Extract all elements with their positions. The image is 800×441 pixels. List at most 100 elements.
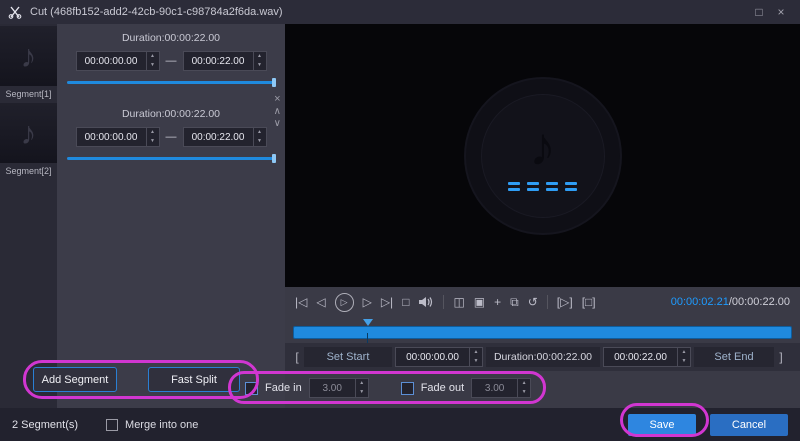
crop-button[interactable]: ▣ xyxy=(474,296,485,308)
spinner-up-icon[interactable]: ▲ xyxy=(254,128,266,137)
bracket-left: [ xyxy=(295,350,299,364)
close-button[interactable]: × xyxy=(770,5,792,19)
step-forward-button[interactable]: ▷ xyxy=(363,296,372,308)
skip-start-button[interactable]: |◁ xyxy=(295,296,307,308)
segment-thumb-label: Segment[2] xyxy=(5,166,52,176)
timeline[interactable] xyxy=(285,317,800,346)
skip-end-button[interactable]: ▷| xyxy=(381,296,393,308)
delete-segment-icon[interactable]: × xyxy=(274,94,280,105)
segment1-range-slider[interactable] xyxy=(67,78,276,87)
reset-button[interactable]: ↺ xyxy=(528,296,538,308)
fade-out-label: Fade out xyxy=(420,382,465,394)
spinner-up-icon[interactable]: ▲ xyxy=(356,379,368,388)
equalizer-bars xyxy=(508,182,577,191)
range-dash: — xyxy=(165,55,177,67)
transport-bar: |◁ ◁ ▷ ▷ ▷| □ ◫ ▣ + ⧉ ↺ [▷] [□] 00:00:02… xyxy=(285,287,800,317)
spinner-up-icon[interactable]: ▲ xyxy=(254,52,266,61)
music-note-icon: ♪ xyxy=(20,114,37,151)
preview-area: ♪ xyxy=(285,24,800,287)
segment-duration-label: Duration:00:00:22.00 xyxy=(121,32,221,44)
current-time: 00:00:02.21 xyxy=(670,296,729,308)
spinner[interactable]: ▲ ▼ xyxy=(517,379,530,397)
stop-clip-button[interactable]: [□] xyxy=(582,296,596,308)
play-button[interactable]: ▷ xyxy=(334,292,354,312)
set-end-button[interactable]: Set End xyxy=(694,347,774,367)
range-dash: — xyxy=(165,131,177,143)
segment-thumb-2[interactable]: ♪ Segment[2] xyxy=(0,103,57,178)
segment-editor-panel: Duration:00:00:22.00 00:00:00.00 ▲ ▼ — 0… xyxy=(57,24,285,408)
segment-thumbnail-list: ♪ Segment[1] ♪ Segment[2] xyxy=(0,24,57,408)
segment1-end-input[interactable]: 00:00:22.00 ▲ ▼ xyxy=(182,51,267,71)
play-clip-button[interactable]: [▷] xyxy=(557,296,573,308)
spinner-down-icon[interactable]: ▼ xyxy=(254,61,266,70)
spinner-up-icon[interactable]: ▲ xyxy=(518,379,530,388)
segment-editor-1: Duration:00:00:22.00 00:00:00.00 ▲ ▼ — 0… xyxy=(57,24,285,87)
maximize-button[interactable]: □ xyxy=(748,5,770,19)
segment2-controls: × ∧ ∨ xyxy=(274,94,281,130)
fade-out-checkbox[interactable] xyxy=(400,381,414,395)
move-up-icon[interactable]: ∧ xyxy=(274,106,281,117)
segment2-range-slider[interactable] xyxy=(67,154,276,163)
segment-editor-2: Duration:00:00:22.00 00:00:00.00 ▲ ▼ — 0… xyxy=(57,100,285,163)
save-button[interactable]: Save xyxy=(628,413,696,436)
cut-dialog: Cut (468fb152-add2-42cb-90c1-c98784a2f6d… xyxy=(0,0,800,441)
spinner[interactable]: ▲ ▼ xyxy=(677,348,690,366)
move-down-icon[interactable]: ∨ xyxy=(274,118,281,129)
spinner-up-icon[interactable]: ▲ xyxy=(147,128,159,137)
spinner[interactable]: ▲ ▼ xyxy=(354,379,368,397)
spinner-down-icon[interactable]: ▼ xyxy=(254,137,266,146)
spinner-up-icon[interactable]: ▲ xyxy=(147,52,159,61)
spinner-down-icon[interactable]: ▼ xyxy=(356,388,368,397)
spinner-down-icon[interactable]: ▼ xyxy=(470,357,482,366)
separator xyxy=(443,295,445,309)
copy-button[interactable]: ⧉ xyxy=(510,296,519,308)
add-button[interactable]: + xyxy=(494,296,501,308)
fade-out-input[interactable]: 3.00 ▲ ▼ xyxy=(471,378,532,398)
spinner[interactable]: ▲ ▼ xyxy=(469,348,482,366)
time-display: 00:00:02.21/00:00:22.00 xyxy=(671,296,790,308)
total-time: /00:00:22.00 xyxy=(728,296,790,308)
set-start-button[interactable]: Set Start xyxy=(304,347,392,367)
playhead-marker[interactable] xyxy=(363,319,373,346)
bracket-right: ] xyxy=(779,350,783,364)
footer-bar: 2 Segment(s) Merge into one Save Cancel xyxy=(0,408,800,441)
end-time-input[interactable]: 00:00:22.00 ▲ ▼ xyxy=(603,347,691,367)
window-title: Cut (468fb152-add2-42cb-90c1-c98784a2f6d… xyxy=(30,6,283,18)
segment2-start-input[interactable]: 00:00:00.00 ▲ ▼ xyxy=(75,127,160,147)
start-time-input[interactable]: 00:00:00.00 ▲ ▼ xyxy=(395,347,483,367)
spinner[interactable]: ▲ ▼ xyxy=(252,128,266,146)
audio-disc: ♪ xyxy=(463,76,622,235)
add-segment-button[interactable]: Add Segment xyxy=(33,367,117,392)
fast-split-button[interactable]: Fast Split xyxy=(148,367,240,392)
merge-checkbox[interactable] xyxy=(106,418,119,431)
spinner-down-icon[interactable]: ▼ xyxy=(518,388,530,397)
step-back-button[interactable]: ◁ xyxy=(316,296,325,308)
segment-thumb-label: Segment[1] xyxy=(5,89,52,99)
segment2-end-input[interactable]: 00:00:22.00 ▲ ▼ xyxy=(182,127,267,147)
stop-button[interactable]: □ xyxy=(402,296,409,308)
fade-in-checkbox[interactable] xyxy=(245,381,258,395)
cancel-button[interactable]: Cancel xyxy=(710,413,788,436)
music-note-icon: ♪ xyxy=(529,117,556,177)
segment-count: 2 Segment(s) xyxy=(12,418,79,431)
volume-icon[interactable] xyxy=(418,296,434,308)
fade-in-input[interactable]: 3.00 ▲ ▼ xyxy=(308,378,369,398)
spinner-down-icon[interactable]: ▼ xyxy=(147,61,159,70)
segment1-start-input[interactable]: 00:00:00.00 ▲ ▼ xyxy=(75,51,160,71)
spinner[interactable]: ▲ ▼ xyxy=(252,52,266,70)
titlebar: Cut (468fb152-add2-42cb-90c1-c98784a2f6d… xyxy=(0,0,800,24)
split-button[interactable]: ◫ xyxy=(453,296,464,308)
music-note-icon: ♪ xyxy=(20,37,37,74)
spinner[interactable]: ▲ ▼ xyxy=(145,128,159,146)
spinner-up-icon[interactable]: ▲ xyxy=(678,348,690,357)
spinner-down-icon[interactable]: ▼ xyxy=(678,357,690,366)
scissors-icon xyxy=(8,6,22,19)
spinner[interactable]: ▲ ▼ xyxy=(145,52,159,70)
spinner-up-icon[interactable]: ▲ xyxy=(470,348,482,357)
segment-duration-label: Duration:00:00:22.00 xyxy=(121,108,221,120)
duration-display: Duration:00:00:22.00 xyxy=(486,347,600,367)
spinner-down-icon[interactable]: ▼ xyxy=(147,137,159,146)
segment-thumb-1[interactable]: ♪ Segment[1] xyxy=(0,26,57,101)
trim-controls: [ Set Start 00:00:00.00 ▲ ▼ Duration:00:… xyxy=(285,343,800,371)
play-icon: ▷ xyxy=(340,296,348,307)
